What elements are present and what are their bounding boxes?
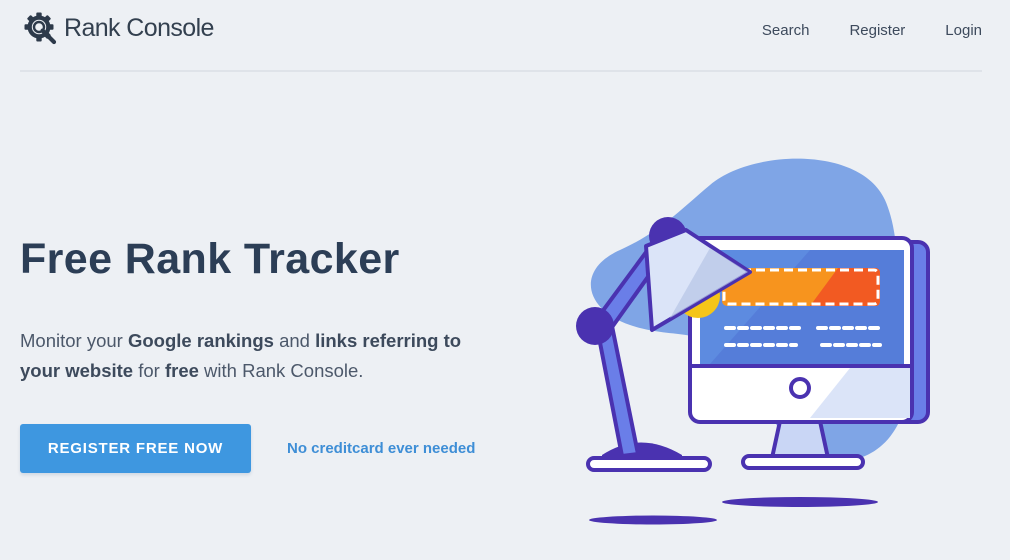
hero-description: Monitor your Google rankings and links r…	[20, 326, 490, 386]
desk-lamp-monitor-illustration	[576, 158, 930, 525]
hero-desc-bold-google-rankings: Google rankings	[127, 330, 274, 351]
hero-desc-text-4: with Rank Console.	[198, 360, 364, 381]
hero-desc-text-2: and	[273, 330, 316, 351]
hero-title: Free Rank Tracker	[20, 235, 400, 283]
monitor-shadow	[722, 497, 878, 507]
page: Rank Console Search Register Login Free …	[0, 0, 1010, 560]
lamp-shadow	[589, 515, 717, 525]
nav-register-link[interactable]: Register	[849, 22, 905, 39]
lamp-joint	[576, 307, 614, 345]
brand-link[interactable]: Rank Console	[22, 10, 214, 46]
brand-name: Rank Console	[64, 13, 214, 42]
nav-search-link[interactable]: Search	[762, 22, 810, 39]
hero-desc-bold-free: free	[164, 360, 199, 381]
register-free-button[interactable]: REGISTER FREE NOW	[20, 424, 251, 473]
monitor-foot	[741, 454, 865, 470]
hero-desc-text-1: Monitor your	[20, 330, 128, 351]
main-nav: Search Register Login	[762, 22, 982, 39]
site-header: Rank Console Search Register Login	[20, 0, 982, 72]
lamp-base-plate	[586, 456, 712, 472]
nav-login-link[interactable]: Login	[945, 22, 982, 39]
no-creditcard-link[interactable]: No creditcard ever needed	[287, 440, 475, 457]
monitor-power-button	[789, 377, 811, 399]
gear-magnifier-icon	[24, 12, 57, 45]
hero-desc-text-3: for	[133, 360, 165, 381]
